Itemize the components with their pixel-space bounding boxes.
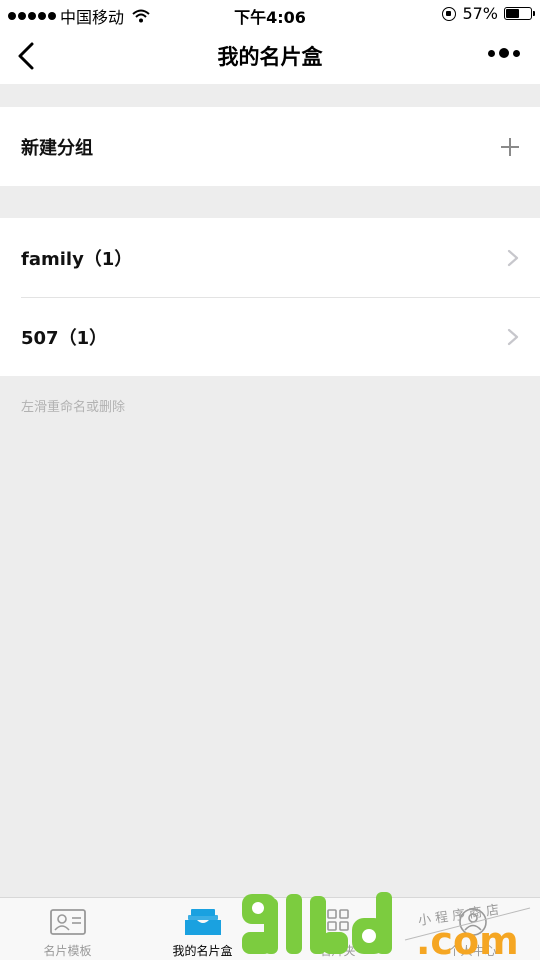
new-group-label: 新建分组 <box>21 137 93 159</box>
new-group-section: 新建分组 <box>0 107 540 186</box>
swipe-hint: 左滑重命名或删除 <box>21 400 126 415</box>
battery-icon <box>504 7 535 20</box>
tab-label: 名片夹 <box>319 944 356 958</box>
status-right: 57% <box>442 4 535 23</box>
more-menu-icon[interactable] <box>488 48 520 58</box>
nav-bar: 我的名片盒 <box>0 28 540 84</box>
rotation-lock-icon <box>442 6 457 21</box>
tab-profile[interactable]: 个人中心 <box>405 898 540 960</box>
profile-icon <box>458 908 487 936</box>
card-holder-icon <box>326 909 349 931</box>
tab-label: 个人中心 <box>448 944 497 958</box>
group-label: 507（1） <box>21 327 108 349</box>
plus-icon[interactable] <box>500 137 520 157</box>
tab-card-box[interactable]: 我的名片盒 <box>135 898 270 960</box>
back-arrow-icon[interactable] <box>14 40 42 72</box>
battery-percent: 57% <box>462 4 498 23</box>
group-item-family[interactable]: family（1） <box>0 218 540 297</box>
tab-label: 我的名片盒 <box>172 944 233 958</box>
card-box-icon <box>184 909 221 935</box>
page-title: 我的名片盒 <box>217 45 323 69</box>
battery-fill <box>506 9 519 18</box>
group-item-507[interactable]: 507（1） <box>0 297 540 376</box>
tab-label: 名片模板 <box>43 944 92 958</box>
chevron-right-icon <box>507 328 519 345</box>
card-template-icon <box>49 909 86 935</box>
new-group-row[interactable]: 新建分组 <box>0 107 540 186</box>
tab-bar: 名片模板 我的名片盒 名片夹 个人中心 <box>0 897 540 960</box>
status-bar: 中国移动 下午4:06 57% <box>0 0 540 28</box>
chevron-right-icon <box>507 249 519 266</box>
tab-card-template[interactable]: 名片模板 <box>0 898 135 960</box>
tab-card-holder[interactable]: 名片夹 <box>270 898 405 960</box>
group-label: family（1） <box>21 248 133 270</box>
group-list: family（1） 507（1） <box>0 218 540 376</box>
